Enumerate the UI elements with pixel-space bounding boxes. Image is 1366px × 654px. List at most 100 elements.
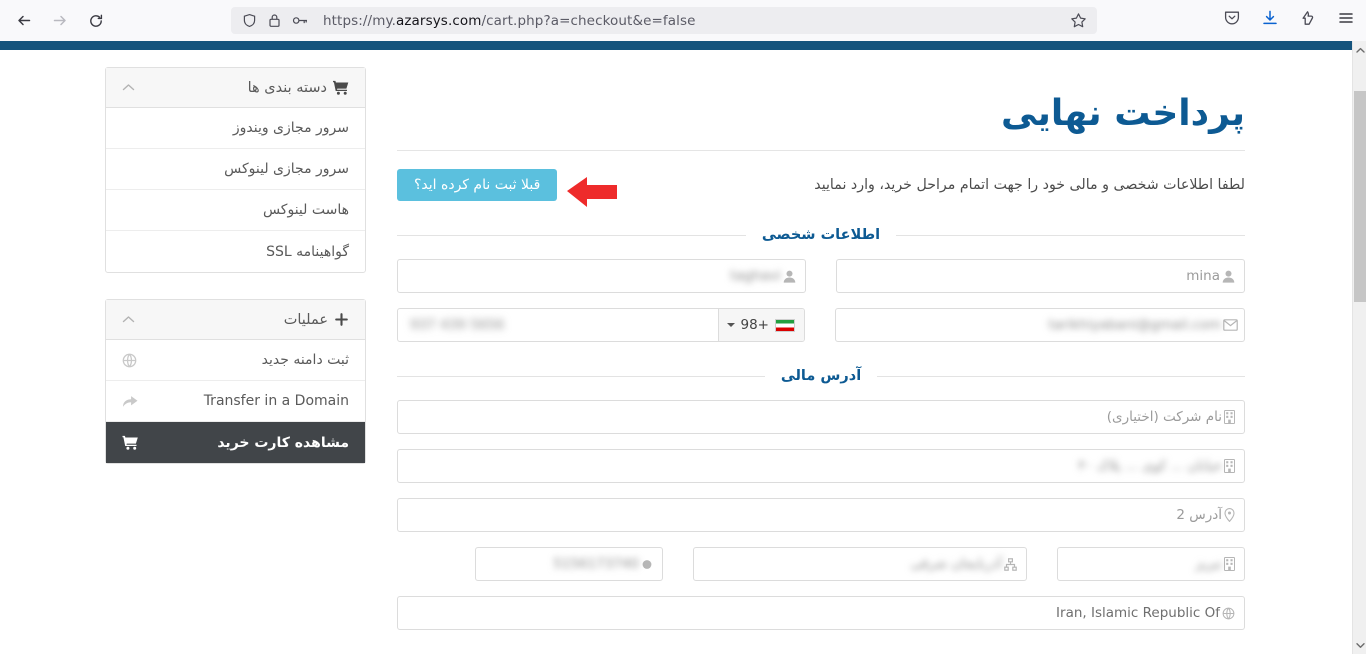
panel-title: دسته بندی ها	[247, 79, 327, 96]
user-icon	[1222, 270, 1244, 283]
page-viewport: دسته بندی ها سرور مجازی ویندوز سرور مجاز…	[0, 41, 1366, 654]
city-value: تبریز	[1195, 556, 1223, 573]
building-icon	[1224, 557, 1244, 572]
email-value: tarikhiyabani@gmail.com	[1048, 317, 1221, 334]
sidebar-item-label: ثبت دامنه جدید	[261, 352, 349, 368]
site-top-accent-bar	[0, 41, 1352, 50]
url-text: https://my.azarsys.com/cart.php?a=checko…	[323, 12, 696, 29]
star-icon[interactable]	[1070, 12, 1087, 33]
state-field[interactable]: آذربایجان شرقی	[693, 547, 1027, 582]
address-bar[interactable]: https://my.azarsys.com/cart.php?a=checko…	[231, 7, 1097, 34]
padlock-icon	[268, 13, 281, 28]
intro-row: لطفا اطلاعات شخصی و مالی خود را جهت اتما…	[397, 169, 1245, 208]
building-icon	[1224, 410, 1244, 425]
phone-value: 937 439 5656	[410, 317, 505, 334]
sidebar-item-windows-vps[interactable]: سرور مجازی ویندوز	[106, 108, 365, 149]
caret-down-icon	[726, 323, 735, 328]
globe-icon	[122, 353, 137, 368]
sidebar-item-label: هاست لینوکس	[262, 202, 349, 218]
divider-line	[896, 234, 1245, 236]
chevron-up-icon[interactable]	[122, 83, 135, 92]
red-pointer-arrow-icon	[565, 173, 621, 213]
shopping-cart-icon	[333, 80, 349, 95]
key-icon[interactable]	[292, 14, 309, 27]
phone-field[interactable]: 937 439 5656 98+	[397, 308, 805, 343]
user-icon	[783, 270, 805, 283]
form-row-city-state-zip: تبریز آذربایجان شرقی 5156173740	[397, 547, 1245, 582]
transfer-arrow-icon	[122, 394, 139, 408]
download-icon[interactable]	[1258, 5, 1282, 31]
address-line-1-field[interactable]: خیابان ... کوی ... پلاک ۴۰	[397, 449, 1245, 484]
envelope-icon	[1223, 319, 1244, 332]
location-pin-icon	[1224, 508, 1244, 523]
form-row-names: mina taghavi	[397, 259, 1245, 294]
scrollbar-thumb[interactable]	[1354, 91, 1366, 302]
divider-line	[396, 375, 765, 377]
main-content: پرداخت نهایی لطفا اطلاعات شخصی و مالی خو…	[396, 67, 1245, 654]
iran-flag-icon	[775, 318, 795, 332]
form-row-contact: tarikhiyabani@gmail.com 937 439 5656 98+	[397, 308, 1245, 343]
reload-icon[interactable]	[81, 6, 111, 36]
hamburger-menu-icon[interactable]	[1334, 5, 1358, 31]
sidebar-item-linux-vps[interactable]: سرور مجازی لینوکس	[106, 149, 365, 190]
forward-arrow-icon	[44, 6, 74, 36]
section-title: اطلاعات شخصی	[761, 227, 881, 244]
shopping-cart-icon	[122, 435, 139, 450]
section-title: آدرس مالی	[780, 368, 862, 385]
section-header-personal: اطلاعات شخصی	[397, 227, 1245, 243]
state-value: آذربایجان شرقی	[910, 556, 1002, 573]
divider-line	[397, 234, 746, 236]
sidebar-panel-actions: عملیات ثبت دامنه جدید Transfer in a Doma…	[105, 299, 366, 464]
postal-code-field[interactable]: 5156173740	[475, 547, 663, 582]
sitemap-icon	[1004, 558, 1026, 571]
sidebar-item-ssl-certificate[interactable]: گواهینامه SSL	[106, 231, 365, 272]
sidebar-item-label: گواهینامه SSL	[266, 243, 349, 260]
sidebar-item-label: مشاهده کارت خرید	[217, 434, 349, 451]
already-registered-button[interactable]: قبلا ثبت نام کرده اید؟	[397, 169, 558, 202]
last-name-field[interactable]: taghavi	[397, 259, 806, 294]
country-field[interactable]: Iran, Islamic Republic Of	[397, 596, 1245, 631]
form-row-address2: آدرس 2	[397, 498, 1245, 533]
intro-text: لطفا اطلاعات شخصی و مالی خود را جهت اتما…	[814, 177, 1245, 194]
sidebar-item-view-cart[interactable]: مشاهده کارت خرید	[106, 422, 365, 463]
pocket-icon[interactable]	[1220, 5, 1244, 31]
sidebar-item-transfer-domain[interactable]: Transfer in a Domain	[106, 381, 365, 422]
company-name-placeholder: نام شرکت (اختیاری)	[1106, 409, 1222, 426]
sidebar-item-linux-host[interactable]: هاست لینوکس	[106, 190, 365, 231]
sidebar-item-label: سرور مجازی ویندوز	[232, 120, 349, 136]
globe-icon	[1222, 607, 1244, 620]
sidebar-item-label: سرور مجازی لینوکس	[224, 161, 349, 177]
scroll-up-button[interactable]	[1353, 43, 1366, 57]
panel-header-actions[interactable]: عملیات	[106, 300, 365, 340]
first-name-value: mina	[1186, 268, 1220, 285]
sidebar: دسته بندی ها سرور مجازی ویندوز سرور مجاز…	[105, 67, 366, 490]
city-field[interactable]: تبریز	[1057, 547, 1245, 582]
form-row-company: نام شرکت (اختیاری)	[397, 400, 1245, 435]
back-arrow-icon[interactable]	[9, 6, 39, 36]
email-field[interactable]: tarikhiyabani@gmail.com	[835, 308, 1245, 343]
building-icon	[1224, 459, 1244, 474]
country-value: Iran, Islamic Republic Of	[1056, 605, 1220, 622]
plus-icon	[334, 312, 349, 327]
sidebar-item-label: Transfer in a Domain	[203, 393, 349, 409]
address-line-2-placeholder: آدرس 2	[1176, 507, 1222, 524]
country-code-value: 98+	[740, 317, 770, 334]
country-code-selector[interactable]: 98+	[717, 309, 804, 342]
title-divider	[397, 150, 1245, 152]
page-scrollbar[interactable]	[1352, 41, 1366, 654]
last-name-value: taghavi	[730, 268, 781, 285]
sidebar-item-register-domain[interactable]: ثبت دامنه جدید	[106, 340, 365, 381]
panel-title: عملیات	[283, 311, 328, 328]
chevron-up-icon[interactable]	[122, 315, 135, 324]
scroll-down-button[interactable]	[1353, 638, 1366, 652]
page-title: پرداخت نهایی	[1000, 93, 1245, 134]
company-name-field[interactable]: نام شرکت (اختیاری)	[397, 400, 1245, 435]
shield-icon	[242, 13, 257, 28]
address-line-2-field[interactable]: آدرس 2	[397, 498, 1245, 533]
form-row-country: Iran, Islamic Republic Of	[397, 596, 1245, 631]
first-name-field[interactable]: mina	[836, 259, 1245, 294]
divider-line	[877, 375, 1245, 377]
panel-header-categories[interactable]: دسته بندی ها	[106, 68, 365, 108]
browser-toolbar: https://my.azarsys.com/cart.php?a=checko…	[0, 0, 1366, 41]
account-icon[interactable]	[1296, 5, 1320, 31]
